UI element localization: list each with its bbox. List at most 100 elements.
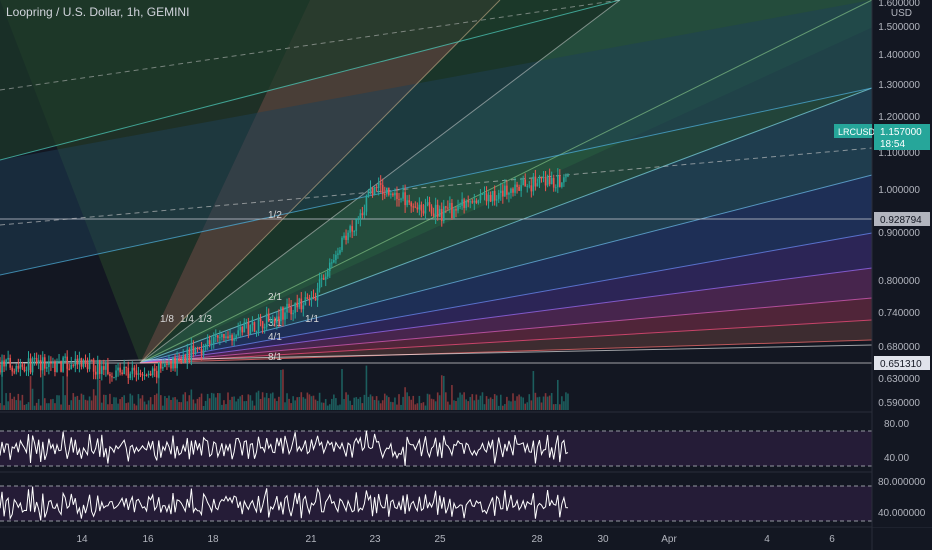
volume-bar bbox=[310, 396, 313, 410]
candle-body bbox=[514, 184, 516, 193]
volume-bar bbox=[251, 400, 254, 410]
chart-window[interactable]: 1/8 1/4 1/3 1/2 1/1 2/1 3/1 4/1 8/1 1.60… bbox=[0, 0, 932, 550]
candle-body bbox=[554, 187, 557, 189]
price-marker-2[interactable]: 0.651310 bbox=[874, 356, 930, 370]
candle-body bbox=[392, 193, 394, 196]
candle-body bbox=[524, 179, 527, 187]
candle-body bbox=[286, 303, 288, 313]
candle-body bbox=[225, 336, 227, 339]
rsi-1-tick-upper: 80.00 bbox=[884, 419, 909, 430]
candle-body bbox=[265, 313, 268, 328]
volume-bar bbox=[485, 396, 488, 410]
volume-bar bbox=[542, 396, 545, 410]
candle-body bbox=[516, 184, 518, 187]
volume-bar bbox=[506, 396, 508, 410]
candle-body bbox=[131, 367, 134, 374]
volume-bar bbox=[408, 396, 410, 410]
volume-bar bbox=[200, 393, 203, 410]
candle-body bbox=[43, 357, 46, 369]
candle-body bbox=[212, 337, 215, 344]
volume-bar bbox=[210, 392, 213, 410]
candle-body bbox=[92, 359, 95, 372]
volume-bar bbox=[502, 405, 504, 410]
volume-bar bbox=[237, 398, 239, 410]
candle-body bbox=[164, 364, 166, 367]
candle-body bbox=[518, 186, 520, 191]
candle-body bbox=[82, 360, 85, 367]
candle-body bbox=[534, 176, 537, 187]
volume-bar bbox=[180, 402, 182, 410]
candle-body bbox=[117, 367, 119, 371]
volume-bar bbox=[64, 395, 66, 410]
candle-body bbox=[528, 185, 531, 187]
volume-bar bbox=[532, 371, 535, 410]
volume-bar bbox=[103, 394, 105, 410]
volume-bar bbox=[442, 375, 445, 410]
volume-bar bbox=[247, 394, 250, 410]
volume-bar bbox=[25, 404, 28, 410]
volume-bar bbox=[353, 397, 356, 410]
candle-body bbox=[483, 193, 486, 195]
rsi-2-tick-upper: 80.000000 bbox=[878, 477, 926, 488]
chart-canvas[interactable]: 1/8 1/4 1/3 1/2 1/1 2/1 3/1 4/1 8/1 1.60… bbox=[0, 0, 932, 550]
gann-fan[interactable] bbox=[0, 0, 932, 364]
volume-bar bbox=[544, 393, 547, 410]
volume-bar bbox=[316, 400, 319, 410]
candle-body bbox=[432, 213, 435, 217]
time-tick: 18 bbox=[207, 534, 219, 545]
volume-bar bbox=[455, 401, 457, 410]
candle-body bbox=[139, 373, 142, 375]
volume-bar bbox=[377, 400, 380, 410]
volume-bar bbox=[400, 404, 402, 410]
candle-body bbox=[5, 359, 7, 367]
volume-bar bbox=[21, 394, 24, 410]
volume-bar bbox=[335, 398, 337, 410]
volume-bar bbox=[198, 397, 201, 410]
time-axis[interactable]: 14 16 18 21 23 25 28 30 Apr 4 6 bbox=[76, 534, 835, 545]
candle-body bbox=[306, 297, 309, 300]
candle-body bbox=[249, 325, 252, 335]
candle-body bbox=[168, 362, 170, 365]
candle-body bbox=[475, 200, 478, 203]
volume-bar bbox=[363, 394, 366, 410]
price-marker-1[interactable]: 0.928794 bbox=[874, 212, 930, 226]
volume-bar bbox=[278, 396, 280, 410]
candle-body bbox=[461, 199, 463, 206]
candle-body bbox=[184, 355, 187, 363]
candle-body bbox=[56, 361, 58, 372]
volume-bar bbox=[339, 404, 341, 410]
candle-body bbox=[78, 358, 81, 365]
volume-bar bbox=[263, 397, 266, 410]
candle-body bbox=[465, 200, 467, 208]
candle-body bbox=[276, 316, 278, 323]
candle-body bbox=[72, 364, 75, 366]
candle-body bbox=[74, 358, 77, 366]
candle-body bbox=[440, 208, 443, 222]
candle-body bbox=[347, 232, 349, 240]
candle-body bbox=[414, 206, 417, 208]
volume-bar bbox=[550, 393, 553, 410]
volume-bar bbox=[418, 395, 421, 410]
candle-body bbox=[221, 333, 223, 338]
candle-body bbox=[253, 322, 256, 332]
volume-bar bbox=[520, 396, 522, 410]
candle-body bbox=[481, 193, 484, 195]
rsi-1-band bbox=[0, 431, 872, 466]
candle-body bbox=[58, 361, 60, 363]
candle-body bbox=[282, 307, 284, 320]
candle-body bbox=[54, 361, 56, 372]
candle-body bbox=[536, 183, 539, 187]
volume-bar bbox=[371, 396, 374, 410]
price-tick: 1.200000 bbox=[878, 112, 920, 123]
countdown-timer: 18:54 bbox=[880, 139, 905, 150]
candle-body bbox=[416, 207, 419, 210]
candle-body bbox=[62, 357, 64, 372]
candle-body bbox=[39, 360, 42, 371]
candle-body bbox=[119, 367, 121, 373]
candle-body bbox=[48, 362, 50, 368]
volume-bar bbox=[204, 400, 207, 410]
volume-bar bbox=[292, 396, 294, 410]
volume-bar bbox=[510, 401, 512, 410]
fan-label: 1/3 bbox=[198, 314, 212, 325]
candle-body bbox=[105, 363, 107, 370]
